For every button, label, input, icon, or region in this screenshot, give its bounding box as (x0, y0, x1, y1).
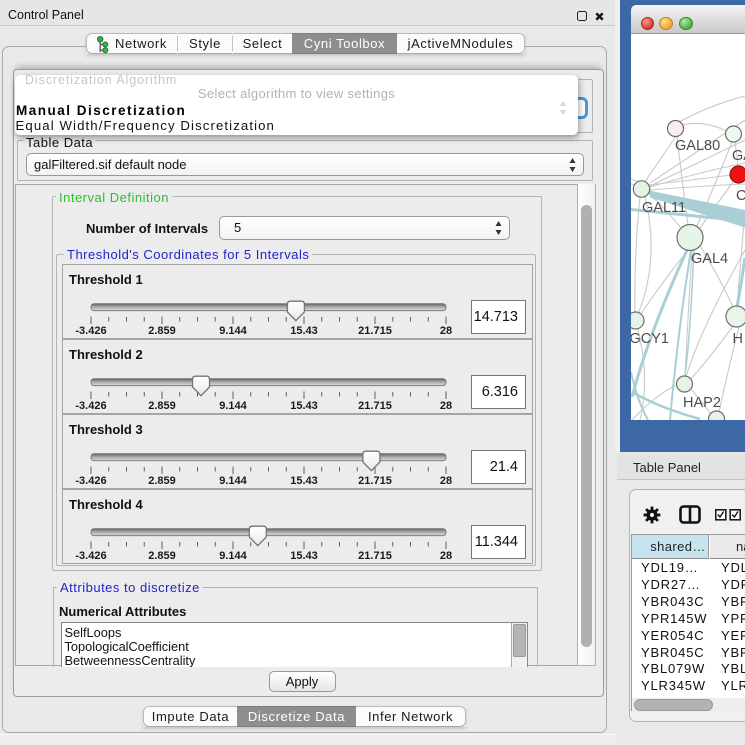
svg-text:HAP2: HAP2 (683, 395, 721, 411)
svg-text:H: H (733, 331, 743, 347)
svg-text:GAL11: GAL11 (642, 200, 686, 216)
svg-text:GAL80: GAL80 (675, 138, 720, 154)
svg-text:GCY1: GCY1 (631, 331, 669, 347)
svg-text:C: C (736, 188, 745, 204)
svg-text:GA: GA (732, 148, 745, 164)
svg-text:GAL4: GAL4 (691, 251, 728, 267)
